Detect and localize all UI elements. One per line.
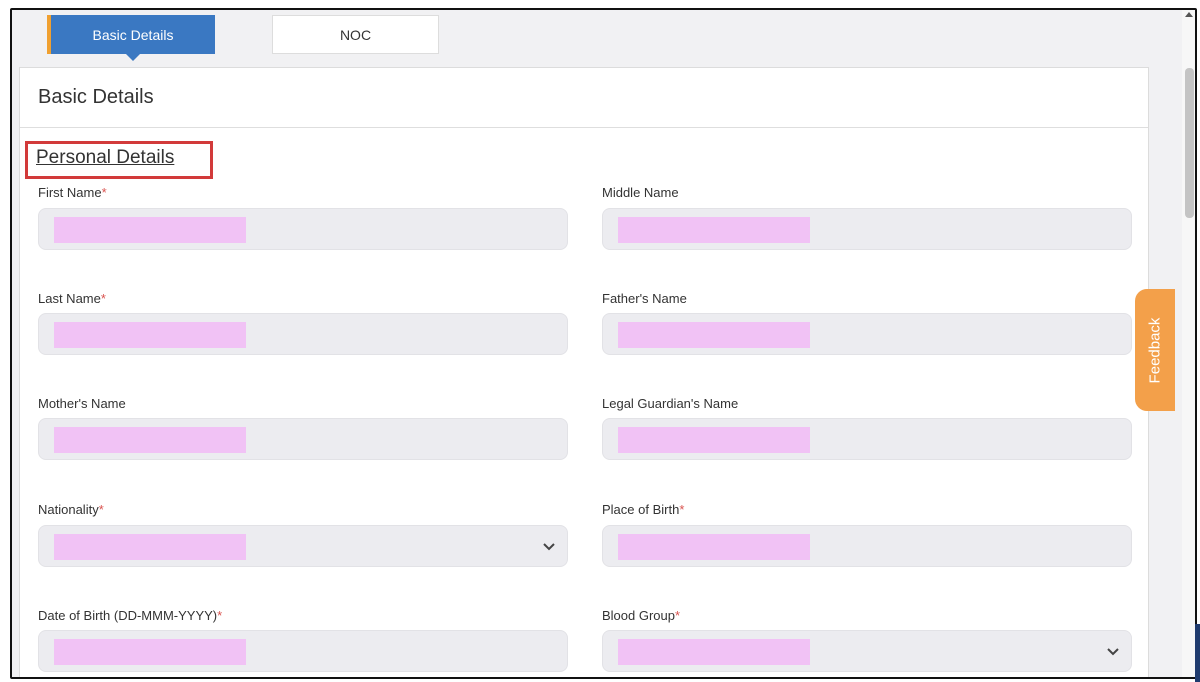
date-of-birth-field[interactable]: [38, 630, 568, 672]
chevron-down-icon: [543, 538, 555, 554]
redacted-value: [618, 217, 810, 243]
blood-group-select[interactable]: [602, 630, 1132, 672]
arrow-up-icon[interactable]: [1185, 12, 1193, 17]
nationality-label: Nationality*: [38, 502, 104, 517]
browser-viewport: Basic Details NOC Basic Details Personal…: [10, 8, 1197, 679]
first-name-label: First Name*: [38, 185, 107, 200]
tab-noc-label: NOC: [339, 26, 372, 43]
redacted-value: [618, 322, 810, 348]
redacted-value: [618, 639, 810, 665]
place-of-birth-label: Place of Birth*: [602, 502, 685, 517]
active-tab-caret: [126, 54, 140, 61]
redacted-value: [618, 427, 810, 453]
redacted-value: [54, 427, 246, 453]
last-name-label: Last Name*: [38, 291, 106, 306]
redacted-value: [54, 322, 246, 348]
redacted-value: [618, 534, 810, 560]
first-name-field[interactable]: [38, 208, 568, 250]
mothers-name-label: Mother's Name: [38, 396, 126, 411]
vertical-scrollbar[interactable]: [1182, 10, 1195, 677]
middle-name-label: Middle Name: [602, 185, 679, 200]
redacted-value: [54, 534, 246, 560]
chevron-down-icon: [1107, 643, 1119, 659]
required-marker: *: [101, 185, 107, 200]
scrollbar-thumb[interactable]: [1185, 68, 1194, 218]
tab-basic-details-label: Basic Details: [92, 26, 174, 43]
card-title: Basic Details: [38, 86, 154, 108]
middle-name-field[interactable]: [602, 208, 1132, 250]
tab-noc[interactable]: NOC: [272, 15, 439, 54]
tab-basic-details[interactable]: Basic Details: [47, 15, 215, 61]
required-marker: *: [100, 291, 106, 306]
fathers-name-field[interactable]: [602, 313, 1132, 355]
guardian-name-label: Legal Guardian's Name: [602, 396, 739, 411]
required-marker: *: [98, 502, 104, 517]
basic-details-card: Basic Details Personal Details First Nam…: [19, 67, 1149, 677]
required-marker: *: [679, 502, 685, 517]
redacted-value: [54, 217, 246, 243]
feedback-button[interactable]: Feedback: [1135, 289, 1175, 411]
place-of-birth-field[interactable]: [602, 525, 1132, 567]
fathers-name-label: Father's Name: [602, 291, 687, 306]
date-of-birth-label: Date of Birth (DD-MMM-YYYY)*: [38, 608, 223, 623]
last-name-field[interactable]: [38, 313, 568, 355]
required-marker: *: [217, 608, 223, 623]
section-title-personal-details: Personal Details: [36, 147, 175, 168]
edge-accent: [1195, 624, 1200, 682]
guardian-name-field[interactable]: [602, 418, 1132, 460]
redacted-value: [54, 639, 246, 665]
feedback-label: Feedback: [1146, 317, 1164, 383]
blood-group-label: Blood Group*: [602, 608, 681, 623]
card-header: Basic Details: [20, 68, 1148, 128]
required-marker: *: [675, 608, 681, 623]
mothers-name-field[interactable]: [38, 418, 568, 460]
nationality-select[interactable]: [38, 525, 568, 567]
